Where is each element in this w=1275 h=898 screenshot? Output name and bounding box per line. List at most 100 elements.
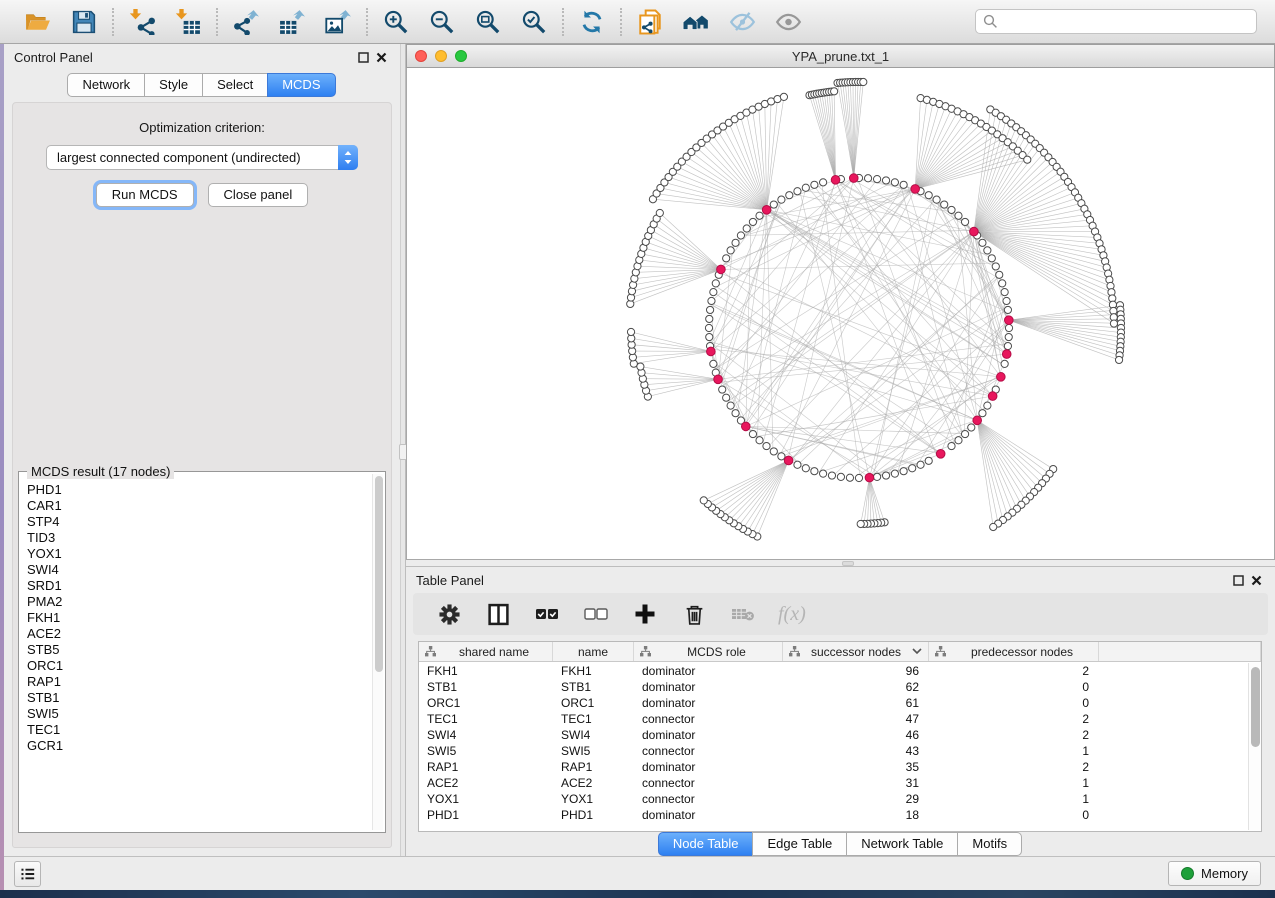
graph-node[interactable] — [708, 297, 715, 304]
graph-node[interactable] — [831, 88, 838, 95]
graph-hub-node[interactable] — [936, 450, 945, 459]
mcds-result-item[interactable]: TEC1 — [27, 722, 371, 738]
graph-node[interactable] — [1001, 360, 1008, 367]
graph-node[interactable] — [732, 239, 739, 246]
graph-node[interactable] — [802, 465, 809, 472]
memory-button[interactable]: Memory — [1168, 861, 1261, 886]
table-row[interactable]: SWI5SWI5connector431 — [419, 743, 1247, 759]
mcds-result-item[interactable]: SWI4 — [27, 562, 371, 578]
column-chooser-button[interactable] — [484, 600, 512, 628]
result-list-scrollbar[interactable] — [372, 474, 383, 830]
graph-hub-node[interactable] — [973, 416, 982, 425]
table-row[interactable]: SWI4SWI4dominator462 — [419, 727, 1247, 743]
deselect-all-button[interactable] — [582, 600, 610, 628]
table-row[interactable]: RAP1RAP1dominator352 — [419, 759, 1247, 775]
graph-hub-node[interactable] — [997, 373, 1006, 382]
graph-hub-node[interactable] — [1004, 316, 1013, 325]
graph-node[interactable] — [756, 212, 763, 219]
float-panel-button[interactable] — [354, 48, 372, 66]
graph-node[interactable] — [705, 324, 712, 331]
graph-node[interactable] — [988, 255, 995, 262]
graph-node[interactable] — [984, 402, 991, 409]
search-input[interactable] — [998, 14, 1249, 29]
graph-node[interactable] — [706, 333, 713, 340]
close-panel-icon[interactable] — [1247, 571, 1265, 589]
graph-node[interactable] — [860, 78, 867, 85]
mcds-result-item[interactable]: PHD1 — [27, 482, 371, 498]
zoom-in-button[interactable] — [382, 8, 410, 36]
graph-node[interactable] — [990, 523, 997, 530]
graph-node[interactable] — [873, 175, 880, 182]
mcds-result-item[interactable]: FKH1 — [27, 610, 371, 626]
table-settings-button[interactable] — [435, 600, 463, 628]
mcds-result-item[interactable]: SWI5 — [27, 706, 371, 722]
scrollbar-thumb[interactable] — [1251, 667, 1260, 747]
graph-node[interactable] — [1115, 356, 1122, 363]
graph-node[interactable] — [882, 177, 889, 184]
table-scrollbar[interactable] — [1248, 663, 1261, 830]
mcds-result-item[interactable]: SRD1 — [27, 578, 371, 594]
graph-node[interactable] — [909, 465, 916, 472]
mcds-result-item[interactable]: ACE2 — [27, 626, 371, 642]
graph-node[interactable] — [723, 255, 730, 262]
run-mcds-button[interactable]: Run MCDS — [96, 183, 194, 207]
network-graph[interactable] — [407, 68, 1274, 560]
graph-node[interactable] — [700, 497, 707, 504]
graph-node[interactable] — [780, 93, 787, 100]
graph-node[interactable] — [864, 175, 871, 182]
zoom-selected-button[interactable] — [520, 8, 548, 36]
table-row[interactable]: YOX1YOX1connector291 — [419, 791, 1247, 807]
float-panel-button[interactable] — [1229, 571, 1247, 589]
graph-node[interactable] — [1003, 297, 1010, 304]
table-row[interactable]: ACE2ACE2connector311 — [419, 775, 1247, 791]
console-button[interactable] — [14, 861, 41, 887]
graph-node[interactable] — [837, 473, 844, 480]
graph-node[interactable] — [891, 470, 898, 477]
graph-node[interactable] — [873, 473, 880, 480]
graph-hub-node[interactable] — [988, 392, 997, 401]
delete-column-button[interactable] — [729, 600, 757, 628]
graph-node[interactable] — [719, 386, 726, 393]
graph-hub-node[interactable] — [911, 185, 920, 194]
tab-select[interactable]: Select — [202, 73, 268, 97]
graph-node[interactable] — [925, 192, 932, 199]
graph-node[interactable] — [763, 442, 770, 449]
graph-node[interactable] — [786, 192, 793, 199]
graph-node[interactable] — [770, 448, 777, 455]
graph-node[interactable] — [1110, 320, 1117, 327]
graph-node[interactable] — [749, 430, 756, 437]
graph-node[interactable] — [811, 181, 818, 188]
graph-hub-node[interactable] — [1002, 350, 1011, 359]
table-row[interactable]: TEC1TEC1connector472 — [419, 711, 1247, 727]
graph-node[interactable] — [900, 468, 907, 475]
graph-node[interactable] — [706, 306, 713, 313]
graph-node[interactable] — [948, 206, 955, 213]
graph-node[interactable] — [1004, 342, 1011, 349]
graph-node[interactable] — [948, 442, 955, 449]
column-header-predecessor-nodes[interactable]: predecessor nodes — [929, 642, 1099, 661]
graph-node[interactable] — [882, 472, 889, 479]
graph-node[interactable] — [900, 181, 907, 188]
graph-node[interactable] — [727, 402, 734, 409]
graph-node[interactable] — [968, 424, 975, 431]
zoom-out-button[interactable] — [428, 8, 456, 36]
graph-node[interactable] — [1005, 324, 1012, 331]
tab-network-table[interactable]: Network Table — [846, 832, 958, 856]
graph-node[interactable] — [770, 201, 777, 208]
graph-node[interactable] — [941, 201, 948, 208]
graph-node[interactable] — [820, 470, 827, 477]
save-session-button[interactable] — [70, 8, 98, 36]
mcds-result-item[interactable]: GCR1 — [27, 738, 371, 754]
graph-node[interactable] — [706, 315, 713, 322]
graph-node[interactable] — [723, 394, 730, 401]
tab-motifs[interactable]: Motifs — [957, 832, 1022, 856]
graph-node[interactable] — [656, 209, 663, 216]
export-image-button[interactable] — [324, 8, 352, 36]
graph-node[interactable] — [778, 453, 785, 460]
graph-hub-node[interactable] — [784, 456, 793, 465]
mcds-result-item[interactable]: STB1 — [27, 690, 371, 706]
network-canvas[interactable] — [406, 68, 1275, 560]
graph-node[interactable] — [857, 520, 864, 527]
close-panel-icon[interactable] — [372, 48, 390, 66]
graph-node[interactable] — [1024, 156, 1031, 163]
